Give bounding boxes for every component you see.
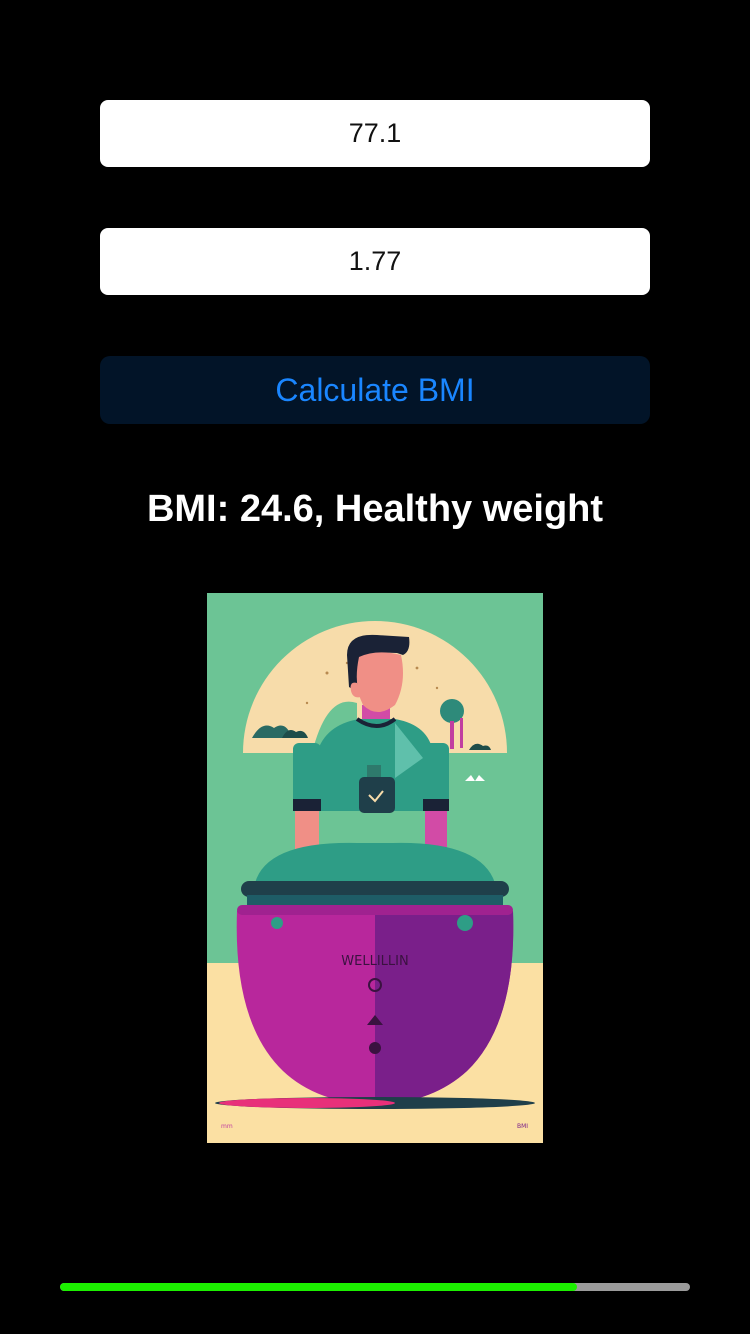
illustration-corner-right: BMI <box>517 1123 528 1130</box>
bmi-screen: Calculate BMI BMI: 24.6, Healthy weight <box>0 0 750 1334</box>
calculate-bmi-button[interactable]: Calculate BMI <box>100 356 650 424</box>
person-in-pot-illustration: WELLILLIN mm BMI <box>207 593 543 1143</box>
progress-bar <box>60 1283 690 1291</box>
illustration-corner-left: mm <box>221 1123 233 1130</box>
pot-text: WELLILLIN <box>341 954 408 969</box>
weight-input[interactable] <box>100 100 650 167</box>
progress-bar-fill <box>60 1283 577 1291</box>
bmi-result-text: BMI: 24.6, Healthy weight <box>146 488 604 530</box>
height-input[interactable] <box>100 228 650 295</box>
